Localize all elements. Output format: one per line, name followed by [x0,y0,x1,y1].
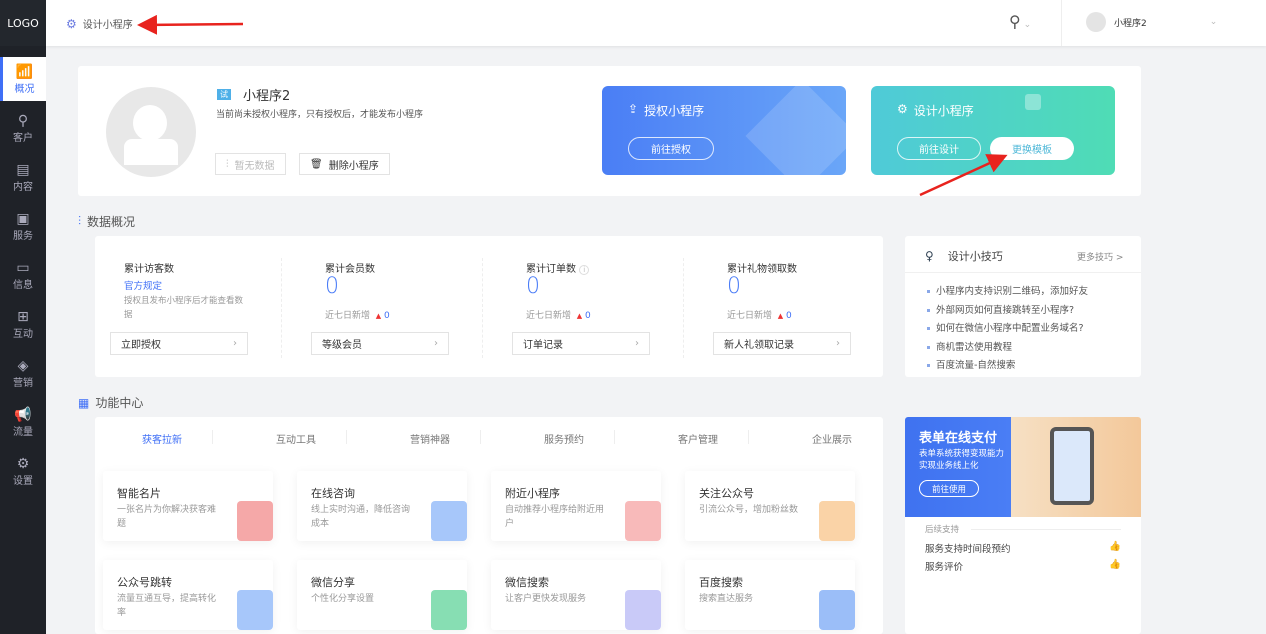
arrow-to-change-template [920,157,1003,195]
arrow-to-breadcrumb [142,24,243,25]
annotation-arrows [0,0,1266,634]
